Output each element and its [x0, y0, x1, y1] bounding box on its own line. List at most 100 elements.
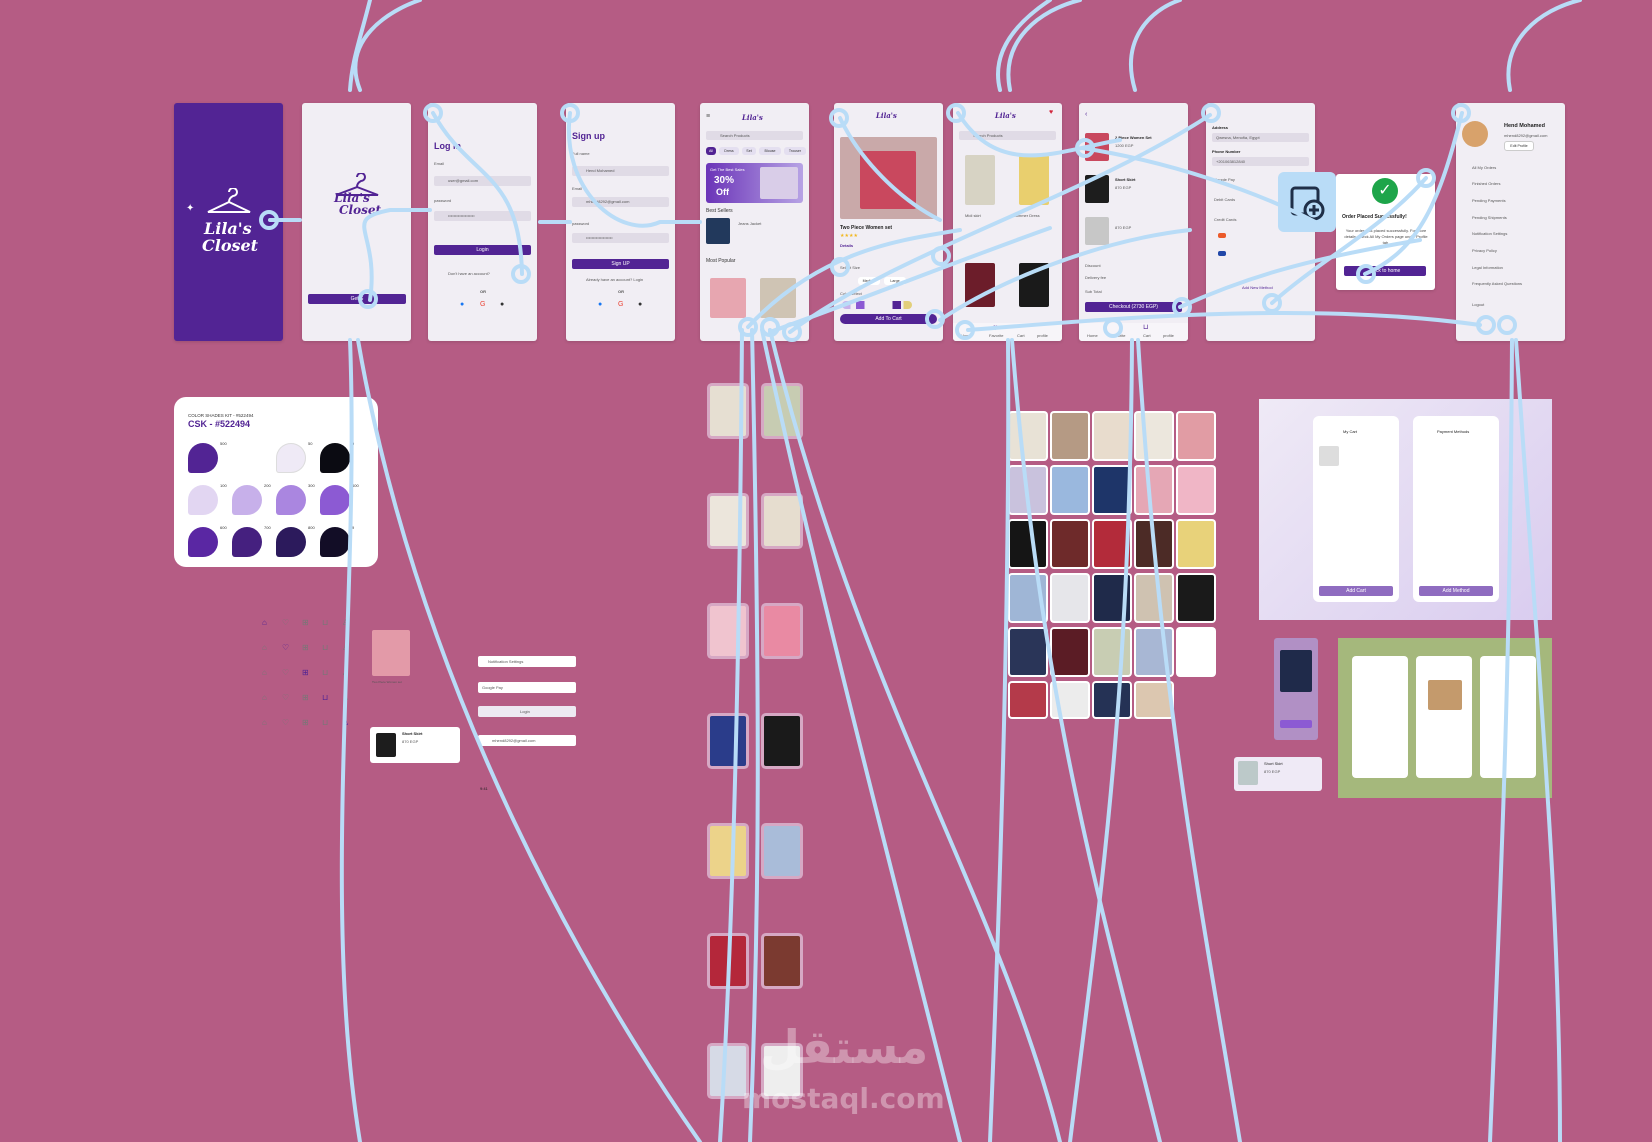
buy-button[interactable] — [1280, 720, 1312, 728]
menu-item[interactable]: Privacy Policy — [1472, 248, 1497, 253]
menu-item[interactable]: Pending Shipments — [1472, 215, 1507, 220]
connection-node[interactable] — [1476, 315, 1496, 335]
add-method-link[interactable]: Add New Method — [1242, 285, 1273, 290]
tab-trouser[interactable]: Trouser — [784, 147, 806, 155]
google-icon[interactable]: G — [618, 301, 623, 308]
product-thumbnail[interactable] — [710, 1046, 746, 1096]
signup-button[interactable]: Sign UP — [572, 259, 669, 269]
signup-email-field[interactable]: mhend8292@gmail.com — [572, 197, 669, 207]
tab-blouse[interactable]: Blouse — [759, 147, 781, 155]
get-started-button[interactable]: Get S — [308, 294, 406, 304]
connection-node[interactable] — [511, 264, 531, 284]
connection-node[interactable] — [358, 289, 378, 309]
menu-icon[interactable]: ≡ — [706, 113, 710, 120]
product-thumbnail[interactable] — [764, 606, 800, 656]
connection-node[interactable] — [423, 103, 443, 123]
product-image[interactable] — [965, 155, 995, 205]
product-thumbnail[interactable] — [764, 386, 800, 436]
product-thumbnail[interactable] — [764, 496, 800, 546]
apple-icon[interactable]: ● — [500, 301, 504, 308]
connection-node[interactable] — [931, 246, 951, 266]
connection-node[interactable] — [1416, 168, 1436, 188]
payment-credit[interactable]: Credit Cards — [1214, 217, 1236, 222]
heart-icon[interactable]: ♥ — [993, 323, 998, 332]
apple-icon[interactable]: ● — [638, 301, 642, 308]
connection-node[interactable] — [782, 322, 802, 342]
component-login-button[interactable]: Login — [478, 706, 576, 717]
product-image[interactable] — [710, 278, 746, 318]
connection-node[interactable] — [925, 309, 945, 329]
nav-profile[interactable]: profile — [1163, 333, 1174, 338]
nav-favorite[interactable]: Favorite — [989, 333, 1003, 338]
tab-all[interactable]: All — [706, 147, 716, 155]
logout-item[interactable]: Logout — [1472, 302, 1484, 307]
nav-profile[interactable]: profile — [1037, 333, 1048, 338]
size-medium[interactable]: Medium — [858, 277, 880, 285]
back-icon[interactable]: ‹ — [1085, 111, 1087, 118]
connection-node[interactable] — [1201, 103, 1221, 123]
payment-debit[interactable]: Debit Cards — [1214, 197, 1235, 202]
address-field[interactable]: Qwesna, Menofia, Egypt — [1212, 133, 1309, 142]
fav-search-input[interactable]: Search Products — [959, 131, 1056, 140]
nav-cart[interactable]: Cart — [1143, 333, 1151, 338]
add-frame-icon[interactable] — [1278, 172, 1336, 232]
connection-node[interactable] — [1451, 103, 1471, 123]
signup-prompt[interactable]: Don't have an account? — [448, 271, 490, 276]
login-prompt[interactable]: Already have an account? Login — [586, 277, 643, 282]
checkout-button[interactable]: Checkout (2730 EGP) — [1085, 302, 1182, 312]
product-thumbnail[interactable] — [710, 496, 746, 546]
payment-google-pay[interactable]: Google Pay — [1214, 177, 1235, 182]
cart-icon[interactable]: ⊔ — [1143, 323, 1148, 331]
product-image[interactable] — [1019, 263, 1049, 307]
nav-cart[interactable]: Cart — [1017, 333, 1025, 338]
product-thumbnail[interactable] — [710, 716, 746, 766]
connection-node[interactable] — [1262, 293, 1282, 313]
connection-node[interactable] — [1356, 264, 1376, 284]
sale-banner[interactable]: Get The Best Sales 30% Off — [706, 163, 803, 203]
avatar[interactable] — [1462, 121, 1488, 147]
login-email-field[interactable]: user@gmail.com — [434, 176, 531, 186]
color-options[interactable] — [842, 301, 912, 309]
tab-set[interactable]: Set — [742, 147, 756, 155]
size-large[interactable]: Large — [884, 277, 906, 285]
menu-item[interactable]: Pending Payments — [1472, 198, 1506, 203]
menu-item[interactable]: Finished Orders — [1472, 181, 1500, 186]
menu-item[interactable]: Frequently Asked Questions — [1472, 281, 1522, 286]
connection-node[interactable] — [1172, 297, 1192, 317]
add-to-cart-button[interactable]: Add To Cart — [840, 314, 937, 324]
heart-icon[interactable]: ♥ — [1049, 109, 1053, 116]
facebook-icon[interactable]: ● — [598, 301, 602, 308]
edit-profile-button[interactable]: Edit Profile — [1504, 141, 1534, 151]
mycart-button[interactable]: Add Cart — [1319, 586, 1393, 596]
fullname-field[interactable]: Hend Mohamed — [572, 166, 669, 176]
product-thumbnail[interactable] — [764, 936, 800, 986]
product-image[interactable] — [706, 218, 730, 244]
connection-node[interactable] — [1075, 138, 1095, 158]
product-image[interactable] — [760, 278, 796, 318]
connection-node[interactable] — [946, 103, 966, 123]
facebook-icon[interactable]: ● — [460, 301, 464, 308]
connection-node[interactable] — [829, 108, 849, 128]
login-password-field[interactable]: ••••••••••••••••••• — [434, 211, 531, 221]
signup-password-field[interactable]: ••••••••••••••••••• — [572, 233, 669, 243]
connection-node[interactable] — [1103, 318, 1123, 338]
phone-field[interactable]: +201063812840 — [1212, 157, 1309, 166]
product-thumbnail[interactable] — [764, 826, 800, 876]
home-search-input[interactable]: Search Products — [706, 131, 803, 140]
connection-node[interactable] — [1497, 315, 1517, 335]
product-thumbnail[interactable] — [764, 716, 800, 766]
connection-node[interactable] — [830, 257, 850, 277]
menu-item[interactable]: Notification Settings — [1472, 231, 1507, 236]
product-image[interactable] — [965, 263, 995, 307]
nav-home[interactable]: Home — [1087, 333, 1098, 338]
connection-node[interactable] — [738, 317, 758, 337]
google-icon[interactable]: G — [480, 301, 485, 308]
connection-node[interactable] — [760, 317, 780, 337]
product-thumbnail[interactable] — [710, 386, 746, 436]
product-image[interactable] — [1019, 155, 1049, 205]
menu-item[interactable]: All My Orders — [1472, 165, 1496, 170]
connection-node[interactable] — [560, 103, 580, 123]
payment-button[interactable]: Add Method — [1419, 586, 1493, 596]
menu-item[interactable]: Legal Information — [1472, 265, 1503, 270]
product-thumbnail[interactable] — [710, 606, 746, 656]
